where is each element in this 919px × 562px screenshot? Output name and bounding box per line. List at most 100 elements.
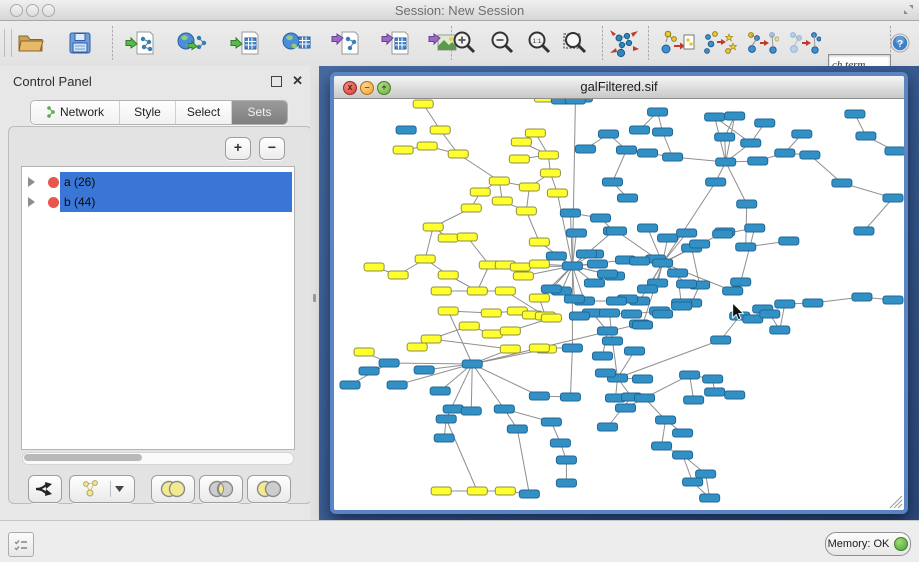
graph-node: [364, 263, 384, 271]
graph-node: [633, 375, 653, 383]
graph-node: [438, 307, 458, 315]
graph-node: [705, 388, 725, 396]
network-window-titlebar[interactable]: x – + galFiltered.sif: [334, 76, 904, 99]
apply-layout-button[interactable]: [606, 26, 642, 60]
create-set-from-selection-button[interactable]: [702, 26, 738, 60]
graph-node: [845, 110, 865, 118]
network-canvas[interactable]: [334, 99, 904, 510]
network-tab-icon: [46, 103, 56, 124]
horizontal-scrollbar[interactable]: [22, 452, 294, 465]
graph-node: [731, 278, 751, 286]
graph-node: [673, 451, 693, 459]
set-intersection-button[interactable]: [199, 475, 243, 503]
graph-node: [690, 240, 710, 248]
export-network-button[interactable]: [327, 26, 363, 60]
import-network-file-button[interactable]: [122, 26, 158, 60]
graph-node: [513, 272, 533, 280]
zoom-actual-size-button[interactable]: 1:1: [521, 26, 557, 60]
export-network-icon: [330, 30, 360, 56]
import-table-file-button[interactable]: [227, 26, 263, 60]
graph-node: [803, 299, 823, 307]
graph-node: [680, 371, 700, 379]
graph-node: [340, 381, 360, 389]
graph-node: [706, 178, 726, 186]
graph-node: [541, 314, 561, 322]
control-panel-header: Control Panel ✕: [0, 66, 318, 96]
export-table-icon: [380, 30, 410, 56]
tab-select[interactable]: Select: [176, 101, 232, 124]
graph-node: [856, 132, 876, 140]
window-title: Session: New Session: [0, 3, 919, 18]
graph-node: [457, 233, 477, 241]
set-difference-button[interactable]: [247, 475, 291, 503]
add-set-button[interactable]: +: [225, 137, 251, 160]
tab-label: Select: [187, 105, 220, 119]
graph-node: [648, 108, 668, 116]
graph-node: [638, 149, 658, 157]
tab-network[interactable]: Network: [31, 101, 120, 124]
graph-node: [541, 285, 561, 293]
graph-node: [713, 230, 733, 238]
graph-node: [489, 177, 509, 185]
graph-node: [606, 227, 626, 235]
graph-node: [885, 147, 904, 155]
graph-node: [529, 392, 549, 400]
set-row-b[interactable]: b (44): [22, 192, 292, 212]
import-network-url-button[interactable]: [174, 26, 210, 60]
graph-node: [617, 194, 637, 202]
scrollbar-thumb[interactable]: [24, 454, 142, 461]
graph-node: [431, 487, 451, 495]
graph-node: [467, 487, 487, 495]
graph-node: [565, 99, 585, 104]
set-row-a[interactable]: a (26): [22, 172, 292, 192]
set-union-button[interactable]: [151, 475, 195, 503]
expander-triangle-icon[interactable]: [28, 197, 35, 207]
graph-node: [393, 146, 413, 154]
graph-node: [519, 183, 539, 191]
graph-node: [540, 169, 560, 177]
task-history-button[interactable]: [8, 532, 34, 557]
copy-set-button[interactable]: [744, 26, 780, 60]
graph-node: [741, 139, 761, 147]
panel-splitter[interactable]: [310, 66, 319, 520]
close-panel-icon[interactable]: ✕: [292, 73, 303, 89]
toolbar-grip[interactable]: [4, 29, 12, 57]
tab-label: Network: [60, 105, 104, 119]
graph-node: [883, 296, 903, 304]
fullscreen-icon[interactable]: [903, 4, 914, 18]
zoom-in-button[interactable]: [446, 26, 482, 60]
split-set-button[interactable]: [28, 475, 62, 503]
network-graph[interactable]: [334, 99, 904, 510]
graph-node: [748, 157, 768, 165]
memory-status-button[interactable]: Memory: OK: [825, 532, 911, 556]
main-toolbar: 1:1: [0, 21, 919, 67]
remove-set-button[interactable]: −: [259, 137, 285, 160]
graph-node: [546, 252, 566, 260]
graph-node: [584, 279, 604, 287]
resize-grip-icon[interactable]: [890, 496, 902, 508]
export-table-button[interactable]: [377, 26, 413, 60]
graph-node: [538, 151, 558, 159]
open-session-button[interactable]: [13, 26, 49, 60]
graph-node: [832, 179, 852, 187]
graph-node: [525, 129, 545, 137]
network-window[interactable]: x – + galFiltered.sif: [330, 72, 908, 514]
graph-node: [602, 337, 622, 345]
create-set-from-file-button[interactable]: [660, 26, 696, 60]
graph-node: [461, 407, 481, 415]
zoom-selected-button[interactable]: [557, 26, 593, 60]
graph-node: [417, 142, 437, 150]
move-set-button[interactable]: [786, 26, 822, 60]
help-button[interactable]: ?: [885, 26, 915, 60]
create-set-combo-button[interactable]: [69, 475, 135, 503]
save-session-button[interactable]: [62, 26, 98, 60]
tab-style[interactable]: Style: [120, 101, 176, 124]
zoom-out-button[interactable]: [484, 26, 520, 60]
graph-node: [438, 234, 458, 242]
graph-node: [529, 294, 549, 302]
expander-triangle-icon[interactable]: [28, 177, 35, 187]
import-table-url-button[interactable]: [279, 26, 315, 60]
tab-sets[interactable]: Sets: [232, 101, 287, 124]
float-panel-icon[interactable]: [271, 76, 282, 87]
splitter-handle[interactable]: [313, 294, 316, 302]
